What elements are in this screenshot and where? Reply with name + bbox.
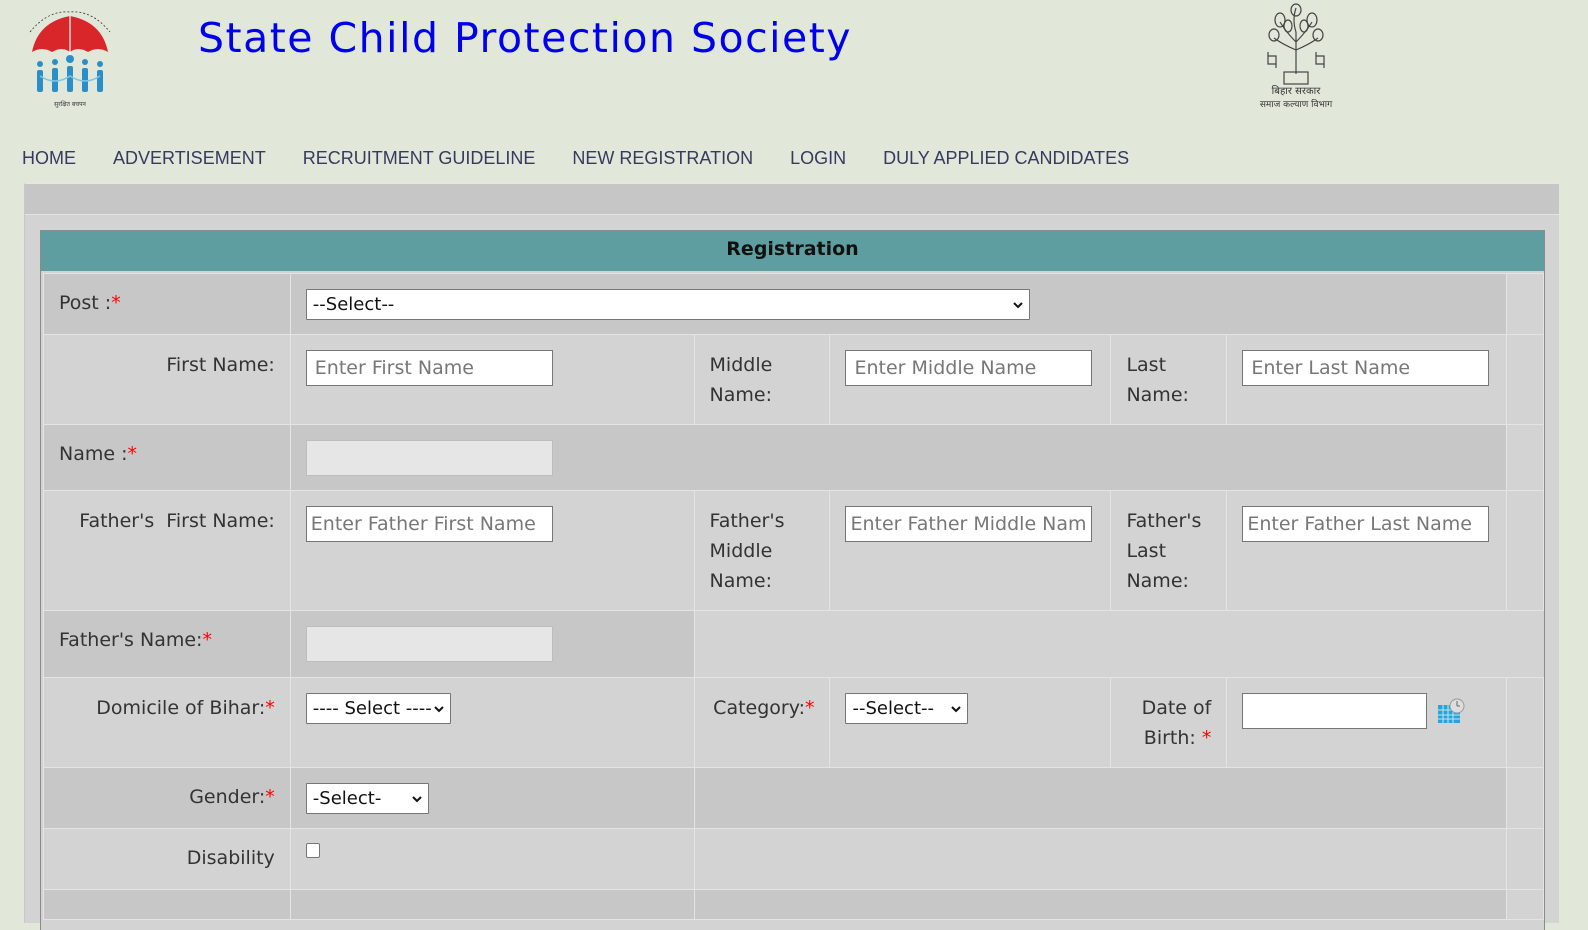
- gender-select[interactable]: -Select-: [305, 783, 429, 814]
- required-mark: *: [265, 786, 275, 808]
- scps-logo: सुरक्षित बचपन: [18, 2, 122, 112]
- registration-form: Registration Post :* --Select-- First Na…: [40, 230, 1545, 930]
- father-name-input[interactable]: [305, 626, 553, 662]
- first-name-input[interactable]: [305, 350, 553, 386]
- row-next: [43, 889, 1544, 920]
- content-panel: Registration Post :* --Select-- First Na…: [24, 183, 1559, 930]
- row-name: Name :*: [43, 424, 1544, 491]
- required-mark: *: [111, 292, 121, 314]
- nav-login[interactable]: LOGIN: [790, 144, 846, 172]
- father-middle-name-input[interactable]: [845, 506, 1093, 542]
- required-mark: *: [202, 629, 212, 651]
- row-domicile-category-dob: Domicile of Bihar:* ---- Select ---- Cat…: [43, 677, 1544, 768]
- row-father-name: Father's Name:*: [43, 610, 1544, 678]
- gender-select-value: -Select-: [312, 788, 382, 809]
- post-select[interactable]: --Select--: [305, 289, 1030, 320]
- domicile-select-value: ---- Select ----: [312, 698, 432, 719]
- required-mark: *: [127, 443, 138, 465]
- post-select-value: --Select--: [312, 294, 395, 315]
- bihar-emblem: बिहार सरकार समाज कल्याण विभाग: [1250, 2, 1350, 112]
- name-label: Name :: [59, 443, 128, 465]
- svg-text:बिहार सरकार: बिहार सरकार: [1272, 85, 1322, 97]
- site-header: सुरक्षित बचपन State Child Protection Soc…: [0, 0, 1588, 130]
- father-middle-name-label: Father's Middle Name:: [709, 510, 785, 592]
- row-disability: Disability: [43, 828, 1544, 890]
- chevron-down-icon: [951, 705, 962, 712]
- first-name-label: First Name:: [166, 354, 275, 376]
- nav-new-registration[interactable]: NEW REGISTRATION: [572, 144, 753, 172]
- middle-name-label: Middle Name:: [709, 354, 773, 406]
- nav-advertisement[interactable]: ADVERTISEMENT: [113, 144, 266, 172]
- content-top-band: [25, 184, 1559, 215]
- chevron-down-icon: [1013, 301, 1023, 308]
- category-select[interactable]: --Select--: [845, 693, 969, 724]
- row-gender: Gender:* -Select-: [43, 767, 1544, 829]
- chevron-down-icon: [434, 705, 444, 712]
- required-mark: *: [1201, 727, 1212, 749]
- gender-label: Gender:: [189, 786, 266, 808]
- category-select-value: --Select--: [852, 698, 934, 719]
- svg-text:सुरक्षित बचपन: सुरक्षित बचपन: [54, 100, 86, 108]
- post-label: Post :: [59, 292, 112, 314]
- father-last-name-label: Father's Last Name:: [1126, 510, 1202, 592]
- row-names: First Name: Middle Name: Last Name:: [43, 334, 1544, 425]
- nav-recruitment-guideline[interactable]: RECRUITMENT GUIDELINE: [303, 144, 536, 172]
- middle-name-input[interactable]: [845, 350, 1093, 386]
- last-name-label: Last Name:: [1126, 354, 1189, 406]
- required-mark: *: [804, 697, 815, 719]
- father-first-name-label: Father's First Name:: [79, 510, 275, 532]
- father-last-name-input[interactable]: [1242, 506, 1490, 542]
- disability-checkbox[interactable]: [305, 843, 320, 858]
- required-mark: *: [265, 697, 275, 719]
- name-input[interactable]: [305, 440, 553, 476]
- last-name-input[interactable]: [1242, 350, 1490, 386]
- domicile-select[interactable]: ---- Select ----: [305, 693, 451, 724]
- father-first-name-input[interactable]: [305, 506, 553, 542]
- nav-home[interactable]: HOME: [22, 144, 76, 172]
- disability-label: Disability: [186, 847, 275, 869]
- nav-duly-applied-candidates[interactable]: DULY APPLIED CANDIDATES: [883, 144, 1129, 172]
- calendar-icon[interactable]: [1437, 698, 1465, 724]
- row-post: Post :* --Select--: [43, 273, 1544, 335]
- chevron-down-icon: [412, 795, 422, 802]
- registration-table: Post :* --Select-- First Name: Middle Na…: [43, 273, 1544, 920]
- site-title: State Child Protection Society: [198, 14, 853, 62]
- category-label: Category:: [713, 697, 805, 719]
- domicile-label: Domicile of Bihar:: [96, 697, 266, 719]
- form-heading: Registration: [41, 231, 1544, 271]
- row-father-names: Father's First Name: Father's Middle Nam…: [43, 490, 1544, 611]
- main-nav: HOME ADVERTISEMENT RECRUITMENT GUIDELINE…: [22, 144, 1166, 172]
- svg-text:समाज कल्याण विभाग: समाज कल्याण विभाग: [1260, 98, 1333, 110]
- father-name-label: Father's Name:: [59, 629, 203, 651]
- dob-input[interactable]: [1242, 693, 1428, 729]
